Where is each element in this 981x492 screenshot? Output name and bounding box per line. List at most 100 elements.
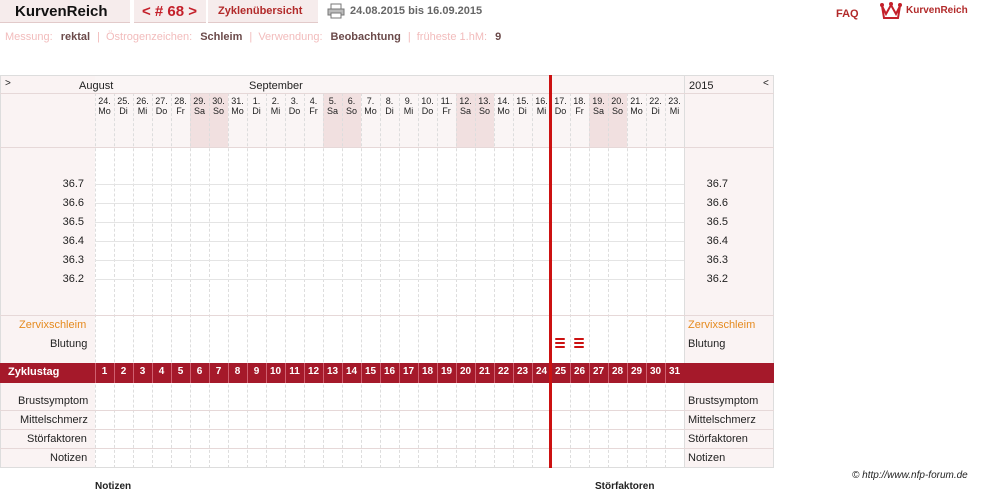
day-header[interactable]: 11. Fr — [437, 96, 456, 116]
cycle-day-separator — [342, 363, 343, 383]
grid-column — [228, 93, 229, 468]
fhm-value: 9 — [495, 31, 502, 43]
cycle-day-number: 2 — [120, 366, 127, 377]
day-header[interactable]: 13. So — [475, 96, 494, 116]
day-number: 11. — [440, 96, 453, 106]
day-weekday: So — [611, 106, 623, 116]
day-header[interactable]: 22. Di — [646, 96, 665, 116]
day-header[interactable]: 24. Mo — [95, 96, 114, 116]
day-header[interactable]: 25. Di — [114, 96, 133, 116]
day-header[interactable]: 14. Mo — [494, 96, 513, 116]
day-header[interactable]: 20. So — [608, 96, 627, 116]
temp-label-right: 36.4 — [706, 235, 728, 247]
logo-text[interactable]: KurvenReich — [906, 5, 968, 16]
grid-column — [342, 93, 343, 468]
cycle-day-separator — [589, 363, 590, 383]
day-header[interactable]: 10. Do — [418, 96, 437, 116]
bleeding-marker-icon[interactable] — [555, 338, 567, 350]
overview-link[interactable]: Zyklenübersicht — [218, 5, 302, 17]
blutung-label-left: Blutung — [50, 338, 88, 350]
bleeding-marker-icon[interactable] — [574, 338, 586, 350]
day-header[interactable]: 30. So — [209, 96, 228, 116]
cycle-day-separator — [608, 363, 609, 383]
grid-column — [532, 93, 533, 468]
cycle-day-separator — [437, 363, 438, 383]
printer-icon[interactable] — [327, 3, 345, 19]
grid-column — [285, 93, 286, 468]
day-header[interactable]: 8. Di — [380, 96, 399, 116]
day-header[interactable]: 29. Sa — [190, 96, 209, 116]
cycle-day-separator — [133, 363, 134, 383]
cycle-day-separator — [361, 363, 362, 383]
temp-label-right: 36.2 — [706, 273, 728, 285]
grid-column — [494, 93, 495, 468]
day-header[interactable]: 12. Sa — [456, 96, 475, 116]
day-number: 18. — [573, 96, 586, 106]
day-weekday: So — [345, 106, 357, 116]
messung-value: rektal — [60, 31, 91, 43]
day-header[interactable]: 2. Mi — [266, 96, 285, 116]
grid-column — [152, 93, 153, 468]
temp-label-right: 36.3 — [706, 254, 728, 266]
cycle-day-number: 13 — [326, 366, 339, 377]
day-number: 3. — [290, 96, 299, 106]
day-header[interactable]: 23. Mi — [665, 96, 684, 116]
faq-link[interactable]: FAQ — [836, 8, 859, 20]
day-number: 20. — [611, 96, 624, 106]
day-header[interactable]: 27. Do — [152, 96, 171, 116]
day-header[interactable]: 21. Mo — [627, 96, 646, 116]
day-header[interactable]: 7. Mo — [361, 96, 380, 116]
day-weekday: Do — [421, 106, 434, 116]
day-weekday: Fr — [176, 106, 185, 116]
day-weekday: Fr — [442, 106, 451, 116]
temp-label-left: 36.2 — [62, 273, 84, 285]
day-header[interactable]: 31. Mo — [228, 96, 247, 116]
oestrogen-value: Schleim — [200, 31, 243, 43]
grid-column — [570, 93, 571, 468]
cycle-day-separator — [665, 363, 666, 383]
scroll-right-button[interactable]: < — [763, 78, 769, 89]
cycle-day-separator — [380, 363, 381, 383]
cycle-day-separator — [532, 363, 533, 383]
day-header[interactable]: 6. So — [342, 96, 361, 116]
today-marker — [549, 75, 552, 468]
day-header[interactable]: 9. Mi — [399, 96, 418, 116]
cycle-day-number: 30 — [649, 366, 662, 377]
settings-line: Messung: rektal | Östrogenzeichen: Schleim |… — [5, 31, 502, 43]
cycle-day-separator — [95, 363, 96, 383]
date-range: 24.08.2015 bis 16.09.2015 — [350, 5, 483, 17]
cycle-day-number: 12 — [307, 366, 320, 377]
cycle-day-separator — [152, 363, 153, 383]
top-bar: KurvenReich < # 68 > Zyklenübersicht 24.… — [0, 0, 981, 24]
scroll-left-button[interactable]: > — [5, 78, 11, 89]
grid-column — [418, 93, 419, 468]
day-header[interactable]: 26. Mi — [133, 96, 152, 116]
day-weekday: Fr — [309, 106, 318, 116]
temp-label-left: 36.4 — [62, 235, 84, 247]
cycle-day-number: 27 — [592, 366, 605, 377]
cycle-day-number: 28 — [611, 366, 624, 377]
day-weekday: Di — [651, 106, 660, 116]
cycle-day-number: 1 — [101, 366, 108, 377]
day-weekday: Mi — [137, 106, 148, 116]
grid-column — [304, 93, 305, 468]
day-header[interactable]: 19. Sa — [589, 96, 608, 116]
overview-tab[interactable]: Zyklenübersicht — [208, 0, 318, 23]
day-header[interactable]: 5. Sa — [323, 96, 342, 116]
day-header[interactable]: 18. Fr — [570, 96, 589, 116]
crown-logo-icon[interactable] — [880, 2, 902, 20]
cycle-number[interactable]: < # 68 > — [142, 3, 197, 20]
day-header[interactable]: 17. Do — [551, 96, 570, 116]
day-weekday: So — [478, 106, 490, 116]
cycle-navigator[interactable]: < # 68 > — [134, 0, 206, 23]
cycle-day-separator — [266, 363, 267, 383]
grid-column — [209, 93, 210, 468]
day-header[interactable]: 3. Do — [285, 96, 304, 116]
day-number: 28. — [174, 96, 187, 106]
day-header[interactable]: 4. Fr — [304, 96, 323, 116]
day-weekday: Di — [119, 106, 128, 116]
day-header[interactable]: 15. Di — [513, 96, 532, 116]
day-header[interactable]: 28. Fr — [171, 96, 190, 116]
day-header[interactable]: 1. Di — [247, 96, 266, 116]
row-divider-1 — [0, 410, 774, 411]
